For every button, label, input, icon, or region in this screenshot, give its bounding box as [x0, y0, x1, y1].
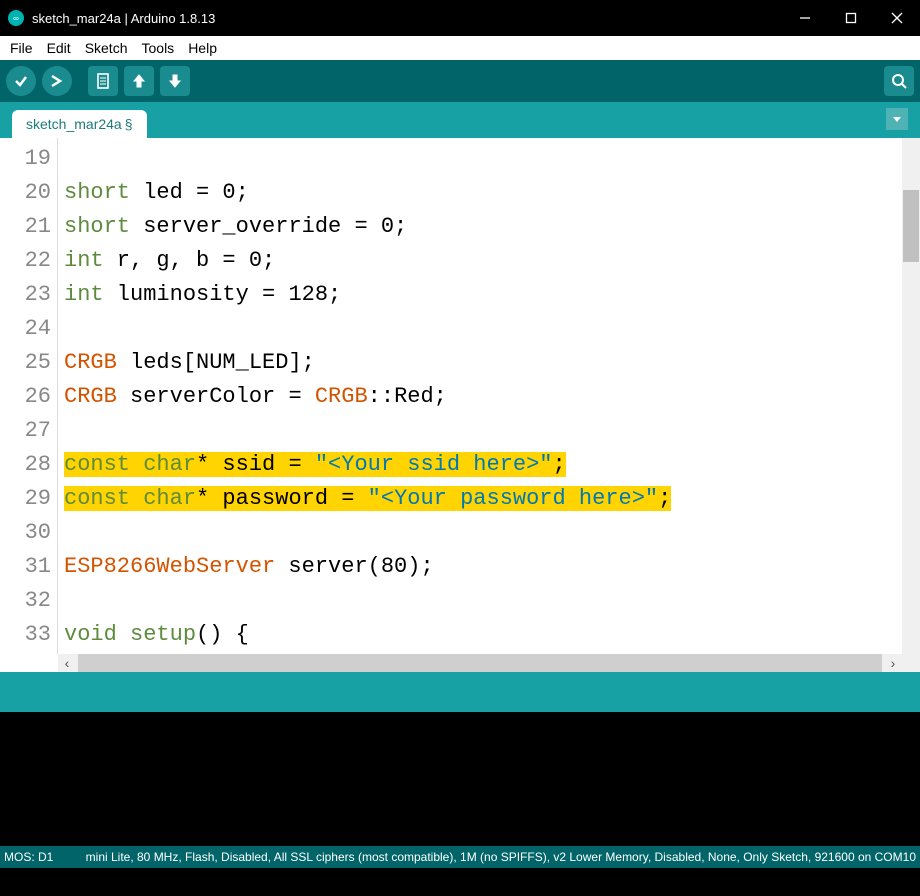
- new-sketch-button[interactable]: [88, 66, 118, 96]
- console-output[interactable]: [0, 712, 920, 846]
- serial-monitor-button[interactable]: [884, 66, 914, 96]
- code-area[interactable]: short led = 0;short server_override = 0;…: [58, 138, 902, 654]
- code-editor[interactable]: 192021222324252627282930313233 short led…: [0, 138, 920, 654]
- tabs-row: sketch_mar24a §: [0, 102, 920, 138]
- vertical-scrollbar[interactable]: [902, 138, 920, 654]
- tab-menu-button[interactable]: [886, 108, 908, 130]
- upload-button[interactable]: [42, 66, 72, 96]
- menu-file[interactable]: File: [4, 38, 39, 58]
- menu-sketch[interactable]: Sketch: [79, 38, 134, 58]
- sketch-tab[interactable]: sketch_mar24a §: [12, 110, 147, 138]
- menu-edit[interactable]: Edit: [41, 38, 77, 58]
- menu-tools[interactable]: Tools: [136, 38, 181, 58]
- titlebar: ∞ sketch_mar24a | Arduino 1.8.13: [0, 0, 920, 36]
- horizontal-scrollbar[interactable]: ‹ ›: [0, 654, 920, 672]
- status-left: MOS: D1: [4, 850, 53, 864]
- message-area: [0, 672, 920, 712]
- toolbar: [0, 60, 920, 102]
- statusbar: MOS: D1 mini Lite, 80 MHz, Flash, Disabl…: [0, 846, 920, 868]
- window-title: sketch_mar24a | Arduino 1.8.13: [32, 11, 215, 26]
- hscroll-right-arrow[interactable]: ›: [884, 654, 902, 672]
- status-right: mini Lite, 80 MHz, Flash, Disabled, All …: [86, 850, 916, 864]
- menu-help[interactable]: Help: [182, 38, 223, 58]
- tab-modified-indicator: §: [125, 116, 133, 132]
- close-button[interactable]: [874, 0, 920, 36]
- minimize-button[interactable]: [782, 0, 828, 36]
- line-gutter: 192021222324252627282930313233: [0, 138, 58, 654]
- verify-button[interactable]: [6, 66, 36, 96]
- open-sketch-button[interactable]: [124, 66, 154, 96]
- arduino-app-icon: ∞: [8, 10, 24, 26]
- maximize-button[interactable]: [828, 0, 874, 36]
- menubar: File Edit Sketch Tools Help: [0, 36, 920, 60]
- tab-label: sketch_mar24a: [26, 116, 122, 132]
- hscroll-track[interactable]: [78, 654, 882, 672]
- vertical-scroll-thumb[interactable]: [903, 190, 919, 262]
- save-sketch-button[interactable]: [160, 66, 190, 96]
- hscroll-left-arrow[interactable]: ‹: [58, 654, 76, 672]
